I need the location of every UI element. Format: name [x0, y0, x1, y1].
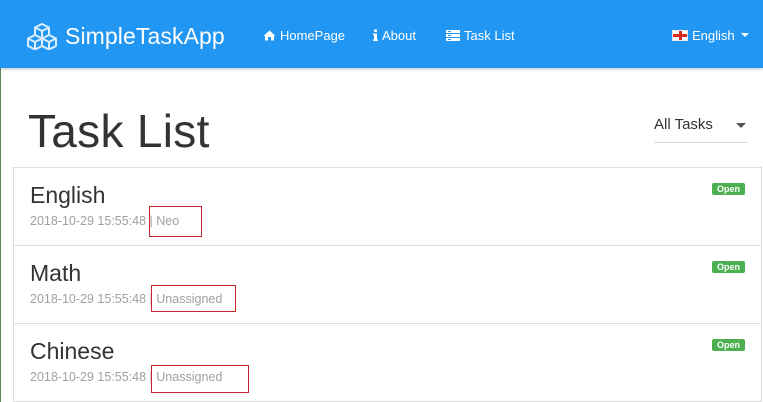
task-status-badge: Open [712, 339, 746, 351]
nav-about-label: About [382, 27, 416, 43]
task-title: Chinese [30, 338, 115, 364]
assignee-highlight-box [149, 206, 202, 237]
nav-about[interactable]: About [373, 26, 416, 44]
task-title: English [30, 182, 106, 208]
home-icon [263, 30, 276, 40]
brand-title: SimpleTaskApp [65, 22, 225, 49]
task-date: 2018-10-29 15:55:48 [30, 214, 147, 228]
task-date: 2018-10-29 15:55:48 [30, 292, 147, 306]
language-label: English [692, 27, 735, 43]
list-icon [446, 29, 460, 41]
navbar: SimpleTaskApp HomePage About Task List E… [0, 0, 763, 68]
task-item[interactable]: English 2018-10-29 15:55:48 | Neo Open [14, 168, 761, 246]
task-status-badge: Open [712, 183, 746, 195]
chevron-down-icon [740, 33, 749, 37]
chevron-down-icon [736, 123, 746, 128]
info-icon [373, 29, 378, 41]
flag-england-icon [672, 29, 688, 41]
task-title: Math [30, 260, 82, 286]
brand-link[interactable]: SimpleTaskApp [27, 20, 225, 52]
page-title: Task List [28, 105, 210, 157]
assignee-highlight-box [151, 285, 236, 312]
task-list: English 2018-10-29 15:55:48 | Neo Open M… [13, 167, 762, 402]
task-status-badge: Open [712, 261, 746, 273]
nav-homepage-label: HomePage [280, 27, 346, 43]
task-date: 2018-10-29 15:55:48 [30, 370, 147, 384]
nav-task-list-label: Task List [464, 27, 515, 43]
filter-selected-value: All Tasks [654, 116, 713, 133]
window-edge [0, 68, 1, 402]
nav-task-list[interactable]: Task List [446, 26, 515, 44]
language-dropdown[interactable]: English [672, 26, 749, 44]
task-item[interactable]: Math 2018-10-29 15:55:48 | Unassigned Op… [14, 246, 761, 324]
nav-homepage[interactable]: HomePage [263, 26, 345, 44]
assignee-highlight-box [151, 365, 249, 393]
task-state-filter[interactable]: All Tasks [654, 112, 748, 143]
task-item[interactable]: Chinese 2018-10-29 15:55:48 | Unassigned… [14, 324, 761, 402]
cubes-icon [27, 23, 57, 50]
